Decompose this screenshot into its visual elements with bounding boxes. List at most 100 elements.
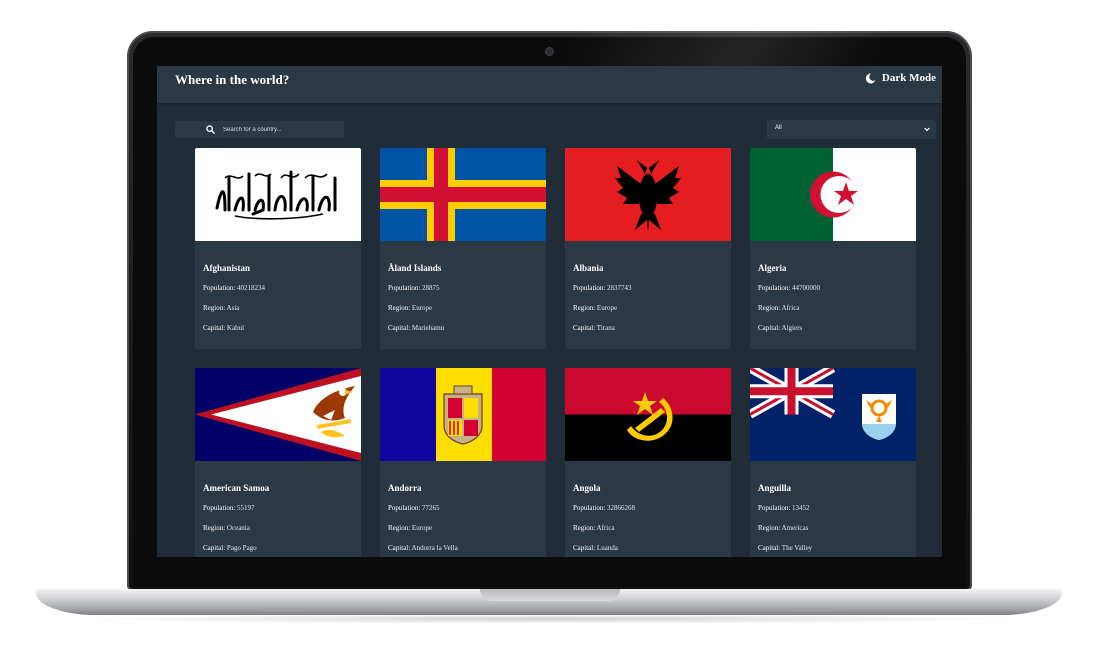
country-name: Andorra: [388, 483, 422, 493]
app-header: Where in the world? Dark Mode: [157, 66, 942, 103]
country-name: Anguilla: [758, 483, 792, 493]
country-card[interactable]: Algeria Population: 44700000 Region: Afr…: [750, 148, 916, 349]
region-value: Oceania: [226, 524, 250, 532]
capital-label: Capital:: [573, 544, 596, 552]
country-card[interactable]: Albania Population: 2837743 Region: Euro…: [565, 148, 731, 349]
population-label: Population:: [388, 504, 421, 512]
capital-label: Capital:: [388, 324, 411, 332]
capital-label: Capital:: [758, 544, 781, 552]
capital-info: Capital: Tirana: [573, 324, 615, 332]
region-value: Africa: [781, 304, 800, 312]
country-card[interactable]: Angola Population: 32866268 Region: Afri…: [565, 368, 731, 557]
region-value: Africa: [596, 524, 615, 532]
search-icon: [206, 125, 215, 134]
capital-label: Capital:: [203, 544, 226, 552]
dark-mode-toggle[interactable]: Dark Mode: [865, 72, 936, 84]
moon-icon: [865, 73, 876, 83]
camera-icon: [546, 48, 553, 55]
country-name: American Samoa: [203, 483, 270, 493]
region-value: Europe: [411, 304, 433, 312]
albania-flag: [565, 148, 731, 241]
country-card[interactable]: Afghanistan Population: 40218234 Region:…: [195, 148, 361, 349]
algeria-flag: [750, 148, 916, 241]
country-name: Albania: [573, 263, 604, 273]
capital-info: Capital: Pago Pago: [203, 544, 257, 552]
search-box[interactable]: [175, 121, 344, 138]
population-label: Population:: [758, 284, 791, 292]
app-screen: Where in the world? Dark Mode All: [157, 66, 942, 557]
population-info: Population: 13452: [758, 504, 810, 512]
capital-info: Capital: Mariehamn: [388, 324, 444, 332]
capital-info: Capital: Andorra la Vella: [388, 544, 458, 552]
population-info: Population: 32866268: [573, 504, 635, 512]
region-info: Region: Africa: [758, 304, 799, 312]
capital-value: Mariehamn: [411, 324, 445, 332]
capital-value: Pago Pago: [226, 544, 257, 552]
dark-mode-label: Dark Mode: [881, 72, 936, 84]
country-name: Afghanistan: [203, 263, 251, 273]
region-label: Region:: [203, 304, 226, 312]
capital-label: Capital:: [573, 324, 596, 332]
region-info: Region: Europe: [388, 304, 432, 312]
region-info: Region: Oceania: [203, 524, 250, 532]
capital-info: Capital: The Valley: [758, 544, 812, 552]
capital-value: Andorra la Vella: [411, 544, 458, 552]
chevron-down-icon: [924, 127, 930, 132]
country-card[interactable]: Anguilla Population: 13452 Region: Ameri…: [750, 368, 916, 557]
country-card[interactable]: Åland Islands Population: 28875 Region: …: [380, 148, 546, 349]
capital-value: Tirana: [596, 324, 615, 332]
capital-value: The Valley: [781, 544, 813, 552]
population-value: 28875: [422, 284, 440, 292]
population-info: Population: 2837743: [573, 284, 632, 292]
population-label: Population:: [573, 504, 606, 512]
population-info: Population: 44700000: [758, 284, 820, 292]
population-info: Population: 77265: [388, 504, 440, 512]
population-info: Population: 28875: [388, 284, 440, 292]
population-value: 55197: [237, 504, 255, 512]
population-label: Population:: [758, 504, 791, 512]
capital-label: Capital:: [388, 544, 411, 552]
andorra-flag: [380, 368, 546, 461]
region-info: Region: Americas: [758, 524, 808, 532]
population-value: 32866268: [607, 504, 636, 512]
capital-label: Capital:: [758, 324, 781, 332]
capital-value: Luanda: [596, 544, 618, 552]
country-card[interactable]: Andorra Population: 77265 Region: Europe…: [380, 368, 546, 557]
region-label: Region:: [758, 524, 781, 532]
capital-info: Capital: Algiers: [758, 324, 802, 332]
country-card[interactable]: American Samoa Population: 55197 Region:…: [195, 368, 361, 557]
region-value: Europe: [596, 304, 618, 312]
region-label: Region:: [388, 304, 411, 312]
capital-info: Capital: Luanda: [573, 544, 618, 552]
population-value: 13452: [792, 504, 810, 512]
anguilla-flag: [750, 368, 916, 461]
population-info: Population: 40218234: [203, 284, 265, 292]
country-name: Algeria: [758, 263, 787, 273]
region-value: Europe: [411, 524, 433, 532]
aland-flag: [380, 148, 546, 241]
population-label: Population:: [573, 284, 606, 292]
population-value: 40218234: [237, 284, 266, 292]
region-label: Region:: [203, 524, 226, 532]
capital-value: Algiers: [781, 324, 803, 332]
population-value: 77265: [422, 504, 440, 512]
region-info: Region: Europe: [388, 524, 432, 532]
region-label: Region:: [573, 524, 596, 532]
region-value: Asia: [226, 304, 240, 312]
region-label: Region:: [573, 304, 596, 312]
population-value: 2837743: [607, 284, 632, 292]
population-label: Population:: [203, 284, 236, 292]
region-label: Region:: [758, 304, 781, 312]
population-label: Population:: [203, 504, 236, 512]
angola-flag: [565, 368, 731, 461]
region-info: Region: Europe: [573, 304, 617, 312]
region-label: Region:: [388, 524, 411, 532]
region-info: Region: Africa: [573, 524, 614, 532]
search-input[interactable]: [221, 125, 335, 134]
country-name: Angola: [573, 483, 601, 493]
region-info: Region: Asia: [203, 304, 239, 312]
region-filter-value: All: [775, 125, 782, 131]
app-title: Where in the world?: [175, 72, 290, 87]
region-filter-select[interactable]: All: [767, 120, 936, 139]
capital-label: Capital:: [203, 324, 226, 332]
